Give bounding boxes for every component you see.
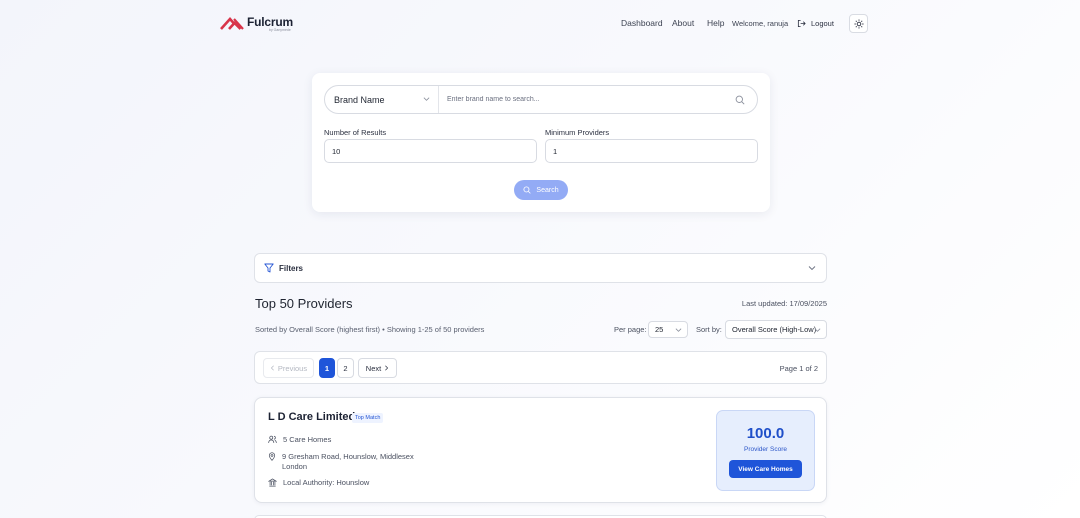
logout-label: Logout bbox=[811, 19, 834, 28]
last-updated: Last updated: 17/09/2025 bbox=[741, 299, 827, 308]
previous-page-button[interactable]: Previous bbox=[263, 358, 314, 378]
top-navbar: Fulcrum by Ganymede Dashboard About Help… bbox=[0, 0, 1080, 48]
theme-toggle-button[interactable] bbox=[849, 14, 868, 33]
search-type-value: Brand Name bbox=[334, 94, 385, 105]
search-button-label: Search bbox=[536, 186, 559, 194]
per-page-value: 25 bbox=[655, 325, 664, 334]
nav-about[interactable]: About bbox=[672, 18, 694, 28]
search-button[interactable]: Search bbox=[514, 180, 568, 200]
search-icon-button[interactable] bbox=[729, 95, 751, 105]
previous-label: Previous bbox=[277, 363, 308, 373]
results-summary: Sorted by Overall Score (highest first) … bbox=[255, 325, 485, 334]
filters-label: Filters bbox=[279, 263, 304, 273]
next-page-button[interactable]: Next bbox=[358, 358, 397, 378]
page-info: Page 1 of 2 bbox=[779, 364, 818, 373]
welcome-text: Welcome, ranuja bbox=[732, 19, 789, 28]
address-line-1: 9 Gresham Road, Hounslow, Middlesex bbox=[282, 452, 414, 461]
care-homes-count-row: 5 Care Homes bbox=[268, 435, 331, 444]
logout-icon bbox=[797, 19, 806, 28]
view-care-homes-button[interactable]: View Care Homes bbox=[729, 460, 802, 478]
provider-name[interactable]: L D Care Limited bbox=[268, 411, 355, 423]
results-title: Top 50 Providers bbox=[255, 296, 353, 311]
sort-by-label: Sort by: bbox=[696, 325, 722, 334]
chevron-left-icon bbox=[270, 365, 274, 371]
page-button-1[interactable]: 1 bbox=[319, 358, 335, 378]
logo-name: Fulcrum bbox=[247, 15, 293, 29]
sort-by-select[interactable]: Overall Score (High-Low) bbox=[725, 320, 827, 339]
top-match-badge: Top Match bbox=[352, 413, 384, 423]
nav-help[interactable]: Help bbox=[707, 18, 724, 28]
search-card: Brand Name Number of Results Minimum Pro… bbox=[312, 73, 770, 212]
local-authority: Local Authority: Hounslow bbox=[283, 478, 370, 487]
building-icon bbox=[268, 478, 277, 487]
provider-score-box: 100.0 Provider Score View Care Homes bbox=[716, 410, 815, 491]
care-homes-count: 5 Care Homes bbox=[283, 435, 332, 444]
filters-panel[interactable]: Filters bbox=[254, 253, 827, 283]
search-icon bbox=[523, 186, 532, 194]
users-icon bbox=[268, 435, 277, 443]
per-page-label: Per page: bbox=[614, 325, 647, 334]
brand-search-input[interactable] bbox=[439, 86, 729, 113]
per-page-select[interactable]: 25 bbox=[648, 321, 688, 338]
nav-dashboard[interactable]: Dashboard bbox=[621, 18, 663, 28]
provider-score-value: 100.0 bbox=[746, 425, 785, 442]
address-row: 9 Gresham Road, Hounslow, Middlesex Lond… bbox=[268, 452, 414, 472]
num-results-input[interactable] bbox=[324, 139, 537, 163]
chevron-down-icon bbox=[814, 328, 821, 332]
chevron-down-icon bbox=[423, 97, 430, 101]
search-icon bbox=[735, 95, 745, 105]
next-label: Next bbox=[365, 363, 382, 373]
chevron-down-icon bbox=[808, 266, 816, 271]
sort-by-value: Overall Score (High-Low) bbox=[732, 325, 817, 334]
search-type-select[interactable]: Brand Name bbox=[325, 86, 439, 113]
fulcrum-logo[interactable]: Fulcrum by Ganymede bbox=[220, 15, 293, 32]
num-results-label: Number of Results bbox=[324, 128, 387, 137]
local-authority-row: Local Authority: Hounslow bbox=[268, 478, 369, 487]
min-providers-label: Minimum Providers bbox=[545, 128, 610, 137]
map-pin-icon bbox=[268, 452, 276, 461]
chevron-down-icon bbox=[675, 328, 682, 332]
chevron-right-icon bbox=[385, 365, 389, 371]
address-line-2: London bbox=[282, 462, 308, 471]
logout-button[interactable]: Logout bbox=[797, 19, 834, 28]
sun-icon bbox=[854, 19, 863, 28]
pagination-bar: Previous 1 2 Next Page 1 of 2 bbox=[254, 351, 827, 384]
search-bar: Brand Name bbox=[324, 85, 758, 114]
logo-subtitle: by Ganymede bbox=[269, 28, 291, 32]
filter-icon bbox=[264, 263, 274, 273]
min-providers-input[interactable] bbox=[545, 139, 758, 163]
provider-score-label: Provider Score bbox=[744, 446, 787, 453]
fulcrum-logo-icon bbox=[220, 17, 244, 30]
provider-card: L D Care Limited Top Match 5 Care Homes … bbox=[254, 397, 827, 503]
page-button-2[interactable]: 2 bbox=[337, 358, 354, 378]
